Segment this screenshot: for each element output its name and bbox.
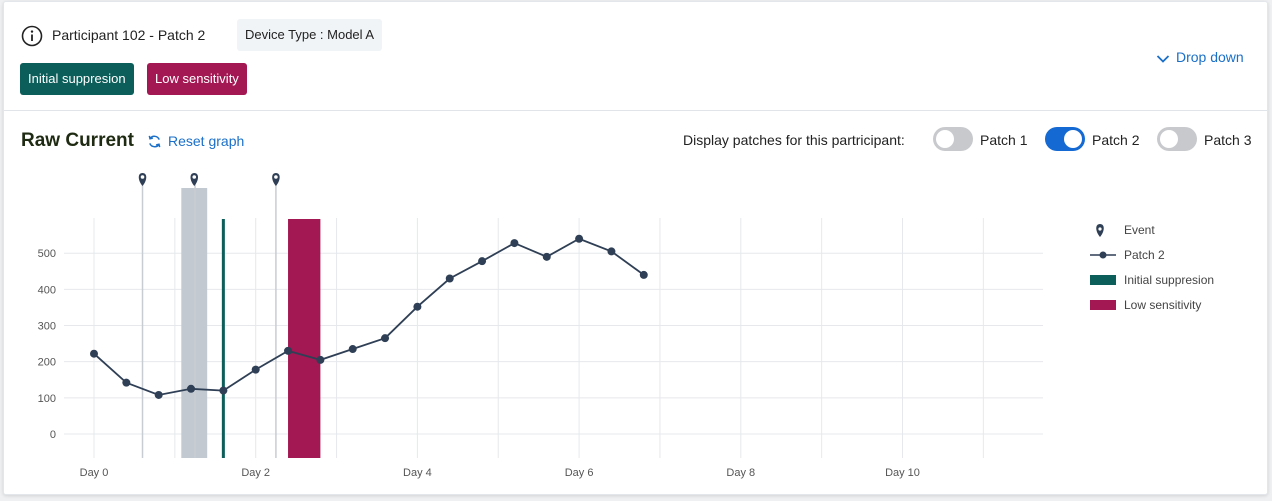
toggle-knob bbox=[1160, 130, 1178, 148]
x-tick-label: Day 4 bbox=[403, 467, 432, 479]
graph-title: Raw Current bbox=[21, 130, 134, 151]
x-tick-label: Day 8 bbox=[726, 467, 755, 479]
legend-label-low-sensitivity: Low sensitivity bbox=[1124, 298, 1201, 312]
patch-2-point bbox=[575, 234, 584, 243]
patch-2-point bbox=[187, 384, 196, 393]
event-pin-icon bbox=[190, 173, 199, 186]
event-pin-dot bbox=[274, 175, 278, 179]
legend-label-event: Event bbox=[1124, 223, 1155, 237]
dropdown-label: Drop down bbox=[1176, 49, 1244, 65]
x-tick-label: Day 10 bbox=[885, 467, 920, 479]
patch-2-point bbox=[542, 252, 551, 261]
legend-label-initial-suppression: Initial suppresion bbox=[1124, 273, 1214, 287]
patch-2-point bbox=[639, 270, 648, 279]
patch-2-point bbox=[284, 346, 293, 355]
patch-2-point bbox=[154, 390, 163, 399]
device-type-chip: Device Type : Model A bbox=[237, 19, 383, 51]
patch-2-point bbox=[445, 274, 454, 283]
patch-2-point bbox=[510, 239, 519, 248]
patch-2-line bbox=[93, 237, 645, 396]
patch-2-point bbox=[348, 345, 357, 354]
legend-patch-2-point bbox=[1099, 251, 1107, 259]
patch-2-point bbox=[251, 365, 260, 374]
y-tick-label: 400 bbox=[38, 284, 56, 296]
patch-2-point bbox=[607, 247, 616, 256]
event-pin-dot bbox=[192, 175, 197, 179]
x-tick-label: Day 2 bbox=[241, 467, 270, 479]
y-tick-label: 100 bbox=[38, 393, 56, 405]
patches-label: Display patches for this partricipant: bbox=[683, 132, 905, 148]
toggle-knob bbox=[936, 130, 954, 148]
patch-2-point bbox=[381, 334, 390, 343]
info-icon bbox=[21, 25, 43, 47]
participant-title: Participant 102 - Patch 2 bbox=[52, 27, 206, 43]
y-tick-label: 500 bbox=[38, 248, 56, 260]
reset-graph-label: Reset graph bbox=[168, 133, 245, 149]
y-tick-label: 300 bbox=[38, 321, 56, 333]
patch-2-label: Patch 2 bbox=[1092, 132, 1140, 148]
patch-card: Participant 102 - Patch 2 Device Type : … bbox=[3, 1, 1268, 495]
reset-graph-button[interactable]: Reset graph bbox=[147, 133, 244, 149]
legend-label-patch-2: Patch 2 bbox=[1124, 248, 1165, 262]
y-tick-label: 0 bbox=[50, 429, 56, 441]
patch-1-label: Patch 1 bbox=[980, 132, 1028, 148]
legend-low-sensitivity-swatch bbox=[1090, 300, 1116, 310]
patch-2-point bbox=[316, 355, 325, 364]
patch-1-toggle[interactable] bbox=[933, 127, 973, 151]
patch-2-toggle[interactable] bbox=[1045, 127, 1085, 151]
patch-2-point bbox=[219, 386, 228, 395]
event-pin-icon bbox=[272, 173, 280, 186]
x-tick-label: Day 0 bbox=[80, 467, 109, 479]
tag-initial-suppression: Initial suppresion bbox=[20, 63, 134, 95]
chevron-down-icon bbox=[1156, 55, 1170, 63]
refresh-icon bbox=[148, 135, 161, 148]
toggle-knob bbox=[1064, 130, 1082, 148]
tag-low-sensitivity: Low sensitivity bbox=[147, 63, 247, 95]
event-pin-icon bbox=[138, 173, 147, 186]
patch-2-point bbox=[90, 349, 98, 358]
dropdown-toggle[interactable]: Drop down bbox=[1156, 49, 1244, 65]
raw-current-chart: 0 100 200 300 400 500 Day 0 Day 2 Day 4 Day 6 Day … bbox=[38, 173, 1214, 479]
x-tick-label: Day 6 bbox=[565, 467, 594, 479]
event-pin-dot bbox=[140, 175, 145, 179]
patch-3-label: Patch 3 bbox=[1204, 132, 1252, 148]
patch-2-point bbox=[122, 378, 131, 387]
patch-2-point bbox=[478, 257, 487, 266]
y-tick-label: 200 bbox=[38, 357, 56, 369]
legend-initial-suppression-swatch bbox=[1090, 275, 1116, 285]
card-header: Participant 102 - Patch 2 Device Type : … bbox=[4, 2, 1267, 111]
patch-2-point bbox=[413, 302, 422, 311]
event-band bbox=[181, 188, 208, 458]
patch-3-toggle[interactable] bbox=[1157, 127, 1197, 151]
low-sensitivity-band bbox=[288, 219, 321, 458]
legend-event-dot bbox=[1098, 227, 1102, 231]
